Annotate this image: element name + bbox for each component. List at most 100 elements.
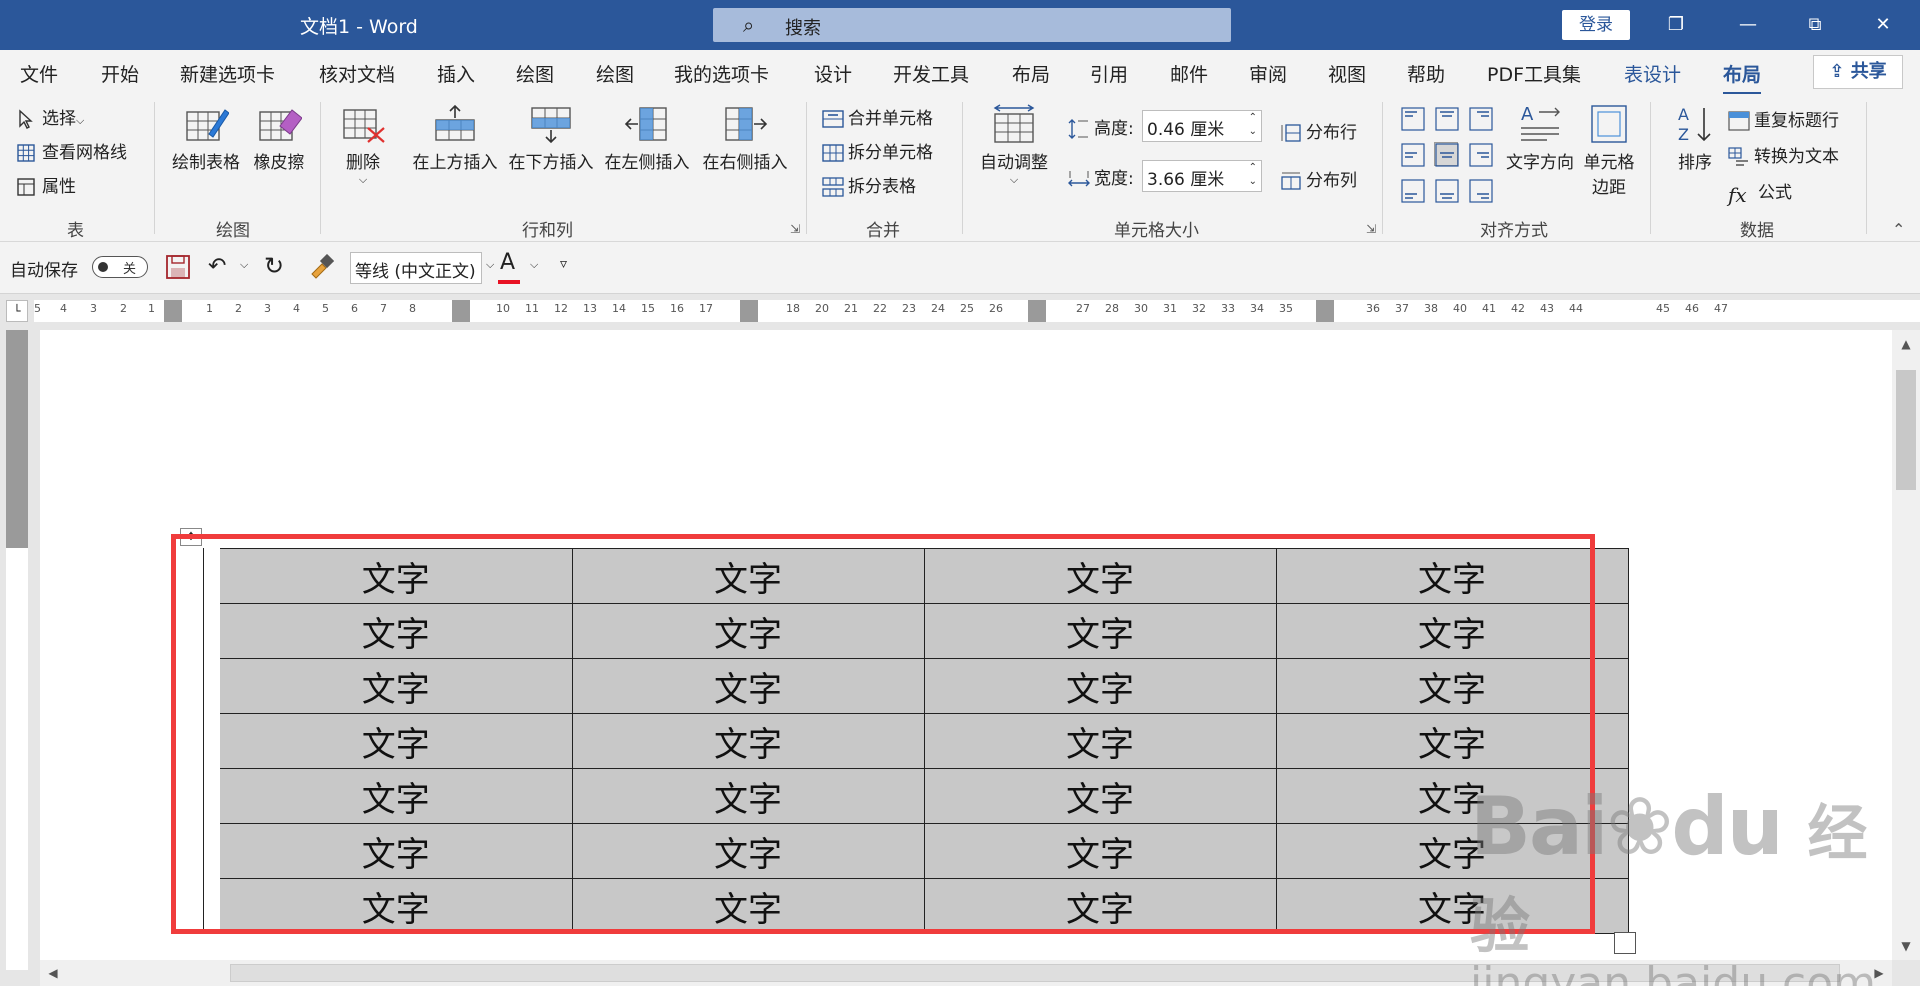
ruler-column-marker[interactable] [740, 300, 758, 322]
column-width-input[interactable]: 3.66 厘米 ⌃ ⌄ [1142, 160, 1262, 192]
table-cell[interactable]: 文字 [1275, 603, 1629, 659]
tab-references[interactable]: 引用 [1090, 60, 1128, 87]
tab-my-tab[interactable]: 我的选项卡 [674, 60, 769, 87]
document-page[interactable]: 文字 文字 文字 文字 文字 文字 文字 文字 文字 文字 文字 文字 文字 文字 文字 文字 文字 文字 文字 文字… [40, 330, 1892, 960]
table-cell[interactable]: 文字 [220, 768, 573, 824]
tab-mailings[interactable]: 邮件 [1170, 60, 1208, 87]
properties-button[interactable]: 属性 [16, 172, 76, 197]
ruler-column-marker[interactable] [1028, 300, 1046, 322]
table-cell[interactable]: 文字 [220, 823, 573, 879]
table-resize-handle[interactable] [1614, 932, 1636, 954]
repeat-header-button[interactable]: 重复标题行 [1728, 106, 1839, 131]
merge-cells-button[interactable]: 合并单元格 [822, 104, 933, 129]
dialog-launcher-icon[interactable]: ⇲ [790, 222, 800, 236]
table-cell[interactable]: 文字 [1275, 713, 1629, 769]
customize-qat-icon[interactable]: ▿ [560, 256, 567, 272]
table-cell[interactable]: 文字 [220, 658, 573, 714]
align-bottom-left-icon[interactable] [1400, 178, 1425, 203]
tab-layout[interactable]: 布局 [1012, 60, 1050, 87]
tab-developer[interactable]: 开发工具 [893, 60, 969, 87]
tab-draw[interactable]: 绘图 [516, 60, 554, 87]
insert-right-button[interactable]: 在右侧插入 [698, 104, 792, 173]
font-name-select[interactable]: 等线 (中文正文) [350, 252, 482, 284]
vertical-scrollbar[interactable]: ▲ ▼ [1892, 330, 1920, 960]
login-button[interactable]: 登录 [1562, 10, 1630, 40]
cell-margins-button[interactable]: 单元格 边距 [1580, 104, 1638, 198]
tab-file[interactable]: 文件 [20, 60, 58, 87]
view-gridlines-button[interactable]: 查看网格线 [16, 138, 127, 163]
vertical-ruler[interactable] [6, 330, 28, 970]
word-table[interactable]: 文字 文字 文字 文字 文字 文字 文字 文字 文字 文字 文字 文字 文字 文字 文字 文字 文字 文字 文字 文字… [220, 548, 1629, 934]
format-painter-icon[interactable] [308, 253, 335, 285]
tab-draw-2[interactable]: 绘图 [596, 60, 634, 87]
align-bottom-center-icon[interactable] [1434, 178, 1459, 203]
scroll-left-icon[interactable]: ◀ [40, 960, 66, 986]
table-cell[interactable]: 文字 [1275, 823, 1629, 879]
table-cell[interactable]: 文字 [571, 713, 925, 769]
table-cell[interactable]: 文字 [1275, 548, 1629, 604]
insert-below-button[interactable]: 在下方插入 [506, 104, 596, 173]
table-cell[interactable]: 文字 [923, 713, 1277, 769]
table-cell[interactable]: 文字 [923, 658, 1277, 714]
select-button[interactable]: 选择⌵ [16, 104, 84, 129]
tab-help[interactable]: 帮助 [1407, 60, 1445, 87]
tab-review[interactable]: 审阅 [1249, 60, 1287, 87]
table-cell[interactable]: 文字 [1275, 878, 1629, 934]
table-cell[interactable]: 文字 [220, 603, 573, 659]
table-cell[interactable]: 文字 [571, 878, 925, 934]
ruler-column-marker[interactable] [452, 300, 470, 322]
ribbon-display-options-icon[interactable]: ❐ [1656, 8, 1696, 42]
table-cell[interactable]: 文字 [923, 823, 1277, 879]
save-icon[interactable] [165, 254, 191, 285]
horizontal-scroll-thumb[interactable] [230, 964, 1840, 982]
table-cell[interactable]: 文字 [1275, 768, 1629, 824]
tab-proofread[interactable]: 核对文档 [319, 60, 395, 87]
share-button[interactable]: ⇪ 共享 [1813, 55, 1903, 89]
scroll-up-icon[interactable]: ▲ [1892, 330, 1920, 358]
close-icon[interactable]: ✕ [1863, 8, 1903, 42]
split-cells-button[interactable]: 拆分单元格 [822, 138, 933, 163]
font-color-icon[interactable]: A [498, 250, 520, 284]
tab-view[interactable]: 视图 [1328, 60, 1366, 87]
table-cell[interactable]: 文字 [923, 603, 1277, 659]
align-bottom-right-icon[interactable] [1468, 178, 1493, 203]
scroll-right-icon[interactable]: ▶ [1866, 960, 1892, 986]
table-cell[interactable]: 文字 [923, 768, 1277, 824]
align-middle-left-icon[interactable] [1400, 142, 1425, 167]
dialog-launcher-icon[interactable]: ⇲ [1366, 222, 1376, 236]
table-cell[interactable]: 文字 [923, 548, 1277, 604]
formula-button[interactable]: fx 公式 [1728, 178, 1792, 207]
tab-table-design[interactable]: 表设计 [1624, 60, 1681, 87]
vertical-scroll-thumb[interactable] [1896, 370, 1916, 490]
undo-dropdown-icon[interactable]: ⌵ [240, 258, 248, 272]
draw-table-button[interactable]: 绘制表格 [168, 104, 244, 173]
tab-insert[interactable]: 插入 [437, 60, 475, 87]
autofit-button[interactable]: 自动调整 ⌵ [974, 104, 1054, 187]
tab-stop-selector-icon[interactable]: └ [6, 300, 28, 322]
collapse-ribbon-icon[interactable]: ⌃ [1892, 220, 1905, 239]
tab-new-tab[interactable]: 新建选项卡 [180, 60, 275, 87]
distribute-rows-button[interactable]: 分布行 [1280, 118, 1357, 143]
align-top-left-icon[interactable] [1400, 106, 1425, 131]
restore-icon[interactable]: ⧉ [1795, 8, 1835, 42]
insert-left-button[interactable]: 在左侧插入 [602, 104, 692, 173]
insert-above-button[interactable]: 在上方插入 [410, 104, 500, 173]
table-cell[interactable]: 文字 [923, 878, 1277, 934]
align-top-center-icon[interactable] [1434, 106, 1459, 131]
table-cell[interactable]: 文字 [220, 548, 573, 604]
distribute-cols-button[interactable]: 分布列 [1280, 166, 1357, 191]
tab-table-layout[interactable]: 布局 [1723, 60, 1762, 95]
table-cell[interactable]: 文字 [1275, 658, 1629, 714]
redo-icon[interactable]: ↻ [264, 252, 284, 280]
font-dropdown-icon[interactable]: ⌵ [486, 258, 494, 272]
minimize-icon[interactable]: — [1728, 8, 1768, 42]
horizontal-scrollbar[interactable]: ◀ ▶ [40, 960, 1892, 986]
split-table-button[interactable]: 拆分表格 [822, 172, 916, 197]
table-cell[interactable]: 文字 [220, 713, 573, 769]
sort-button[interactable]: AZ 排序 [1664, 104, 1726, 173]
tab-design[interactable]: 设计 [814, 60, 852, 87]
table-cell[interactable]: 文字 [220, 878, 573, 934]
ruler-column-marker[interactable] [1316, 300, 1334, 322]
spinner-arrows-icon[interactable]: ⌃ ⌄ [1249, 111, 1257, 139]
align-middle-center-icon[interactable] [1434, 142, 1459, 167]
